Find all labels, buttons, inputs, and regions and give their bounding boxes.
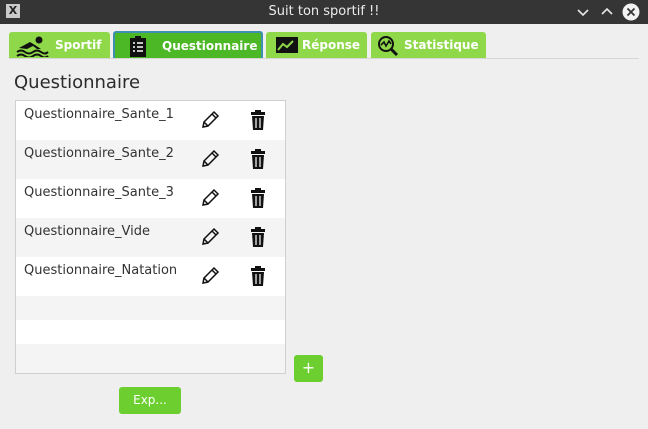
list-item[interactable]: Questionnaire_Sante_2: [16, 140, 285, 179]
maximize-icon[interactable]: [598, 3, 616, 21]
tab-label: Sportif: [55, 38, 102, 52]
tab-label: Questionnaire: [162, 39, 258, 53]
list-empty-row: [16, 320, 285, 344]
tab-panel-border: [9, 58, 639, 59]
add-questionnaire-button[interactable]: +: [294, 355, 323, 382]
list-empty-row: [16, 296, 285, 320]
tab-sportif[interactable]: Sportif: [9, 32, 110, 59]
list-item-label: Questionnaire_Vide: [24, 224, 150, 239]
trash-icon[interactable]: [250, 188, 266, 208]
clipboard-icon: [130, 36, 146, 57]
pencil-icon[interactable]: [200, 266, 220, 286]
list-item[interactable]: Questionnaire_Sante_1: [16, 101, 285, 140]
list-item[interactable]: Questionnaire_Vide: [16, 218, 285, 257]
list-item[interactable]: Questionnaire_Sante_3: [16, 179, 285, 218]
minimize-icon[interactable]: [574, 3, 592, 21]
stats-magnifier-icon: [378, 36, 399, 57]
questionnaire-list[interactable]: Questionnaire_Sante_1 Questionnaire_Sant…: [15, 100, 286, 374]
tab-label: Réponse: [302, 38, 361, 52]
title-bar: X Suit ton sportif !!: [0, 0, 648, 24]
pencil-icon[interactable]: [200, 110, 220, 130]
tab-questionnaire[interactable]: Questionnaire: [113, 31, 263, 59]
tab-reponse[interactable]: Réponse: [266, 32, 367, 59]
list-item-label: Questionnaire_Sante_2: [24, 146, 174, 161]
list-item-label: Questionnaire_Sante_1: [24, 107, 174, 122]
list-item-label: Questionnaire_Natation: [24, 263, 178, 278]
tab-label: Statistique: [404, 38, 479, 52]
pencil-icon[interactable]: [200, 149, 220, 169]
window-title: Suit ton sportif !!: [268, 4, 380, 19]
trash-icon[interactable]: [250, 227, 266, 247]
tab-statistique[interactable]: Statistique: [371, 32, 486, 59]
mail-icon: [276, 37, 298, 53]
trash-icon[interactable]: [250, 110, 266, 130]
swimmer-icon: [16, 36, 49, 57]
close-icon[interactable]: [622, 3, 640, 21]
pencil-icon[interactable]: [200, 227, 220, 247]
list-item[interactable]: Questionnaire_Natation: [16, 257, 285, 296]
list-item-label: Questionnaire_Sante_3: [24, 185, 174, 200]
trash-icon[interactable]: [250, 149, 266, 169]
pencil-icon[interactable]: [200, 188, 220, 208]
list-empty-row: [16, 344, 285, 373]
page-title: Questionnaire: [14, 72, 141, 93]
trash-icon[interactable]: [250, 266, 266, 286]
export-button[interactable]: Exp...: [119, 387, 181, 414]
